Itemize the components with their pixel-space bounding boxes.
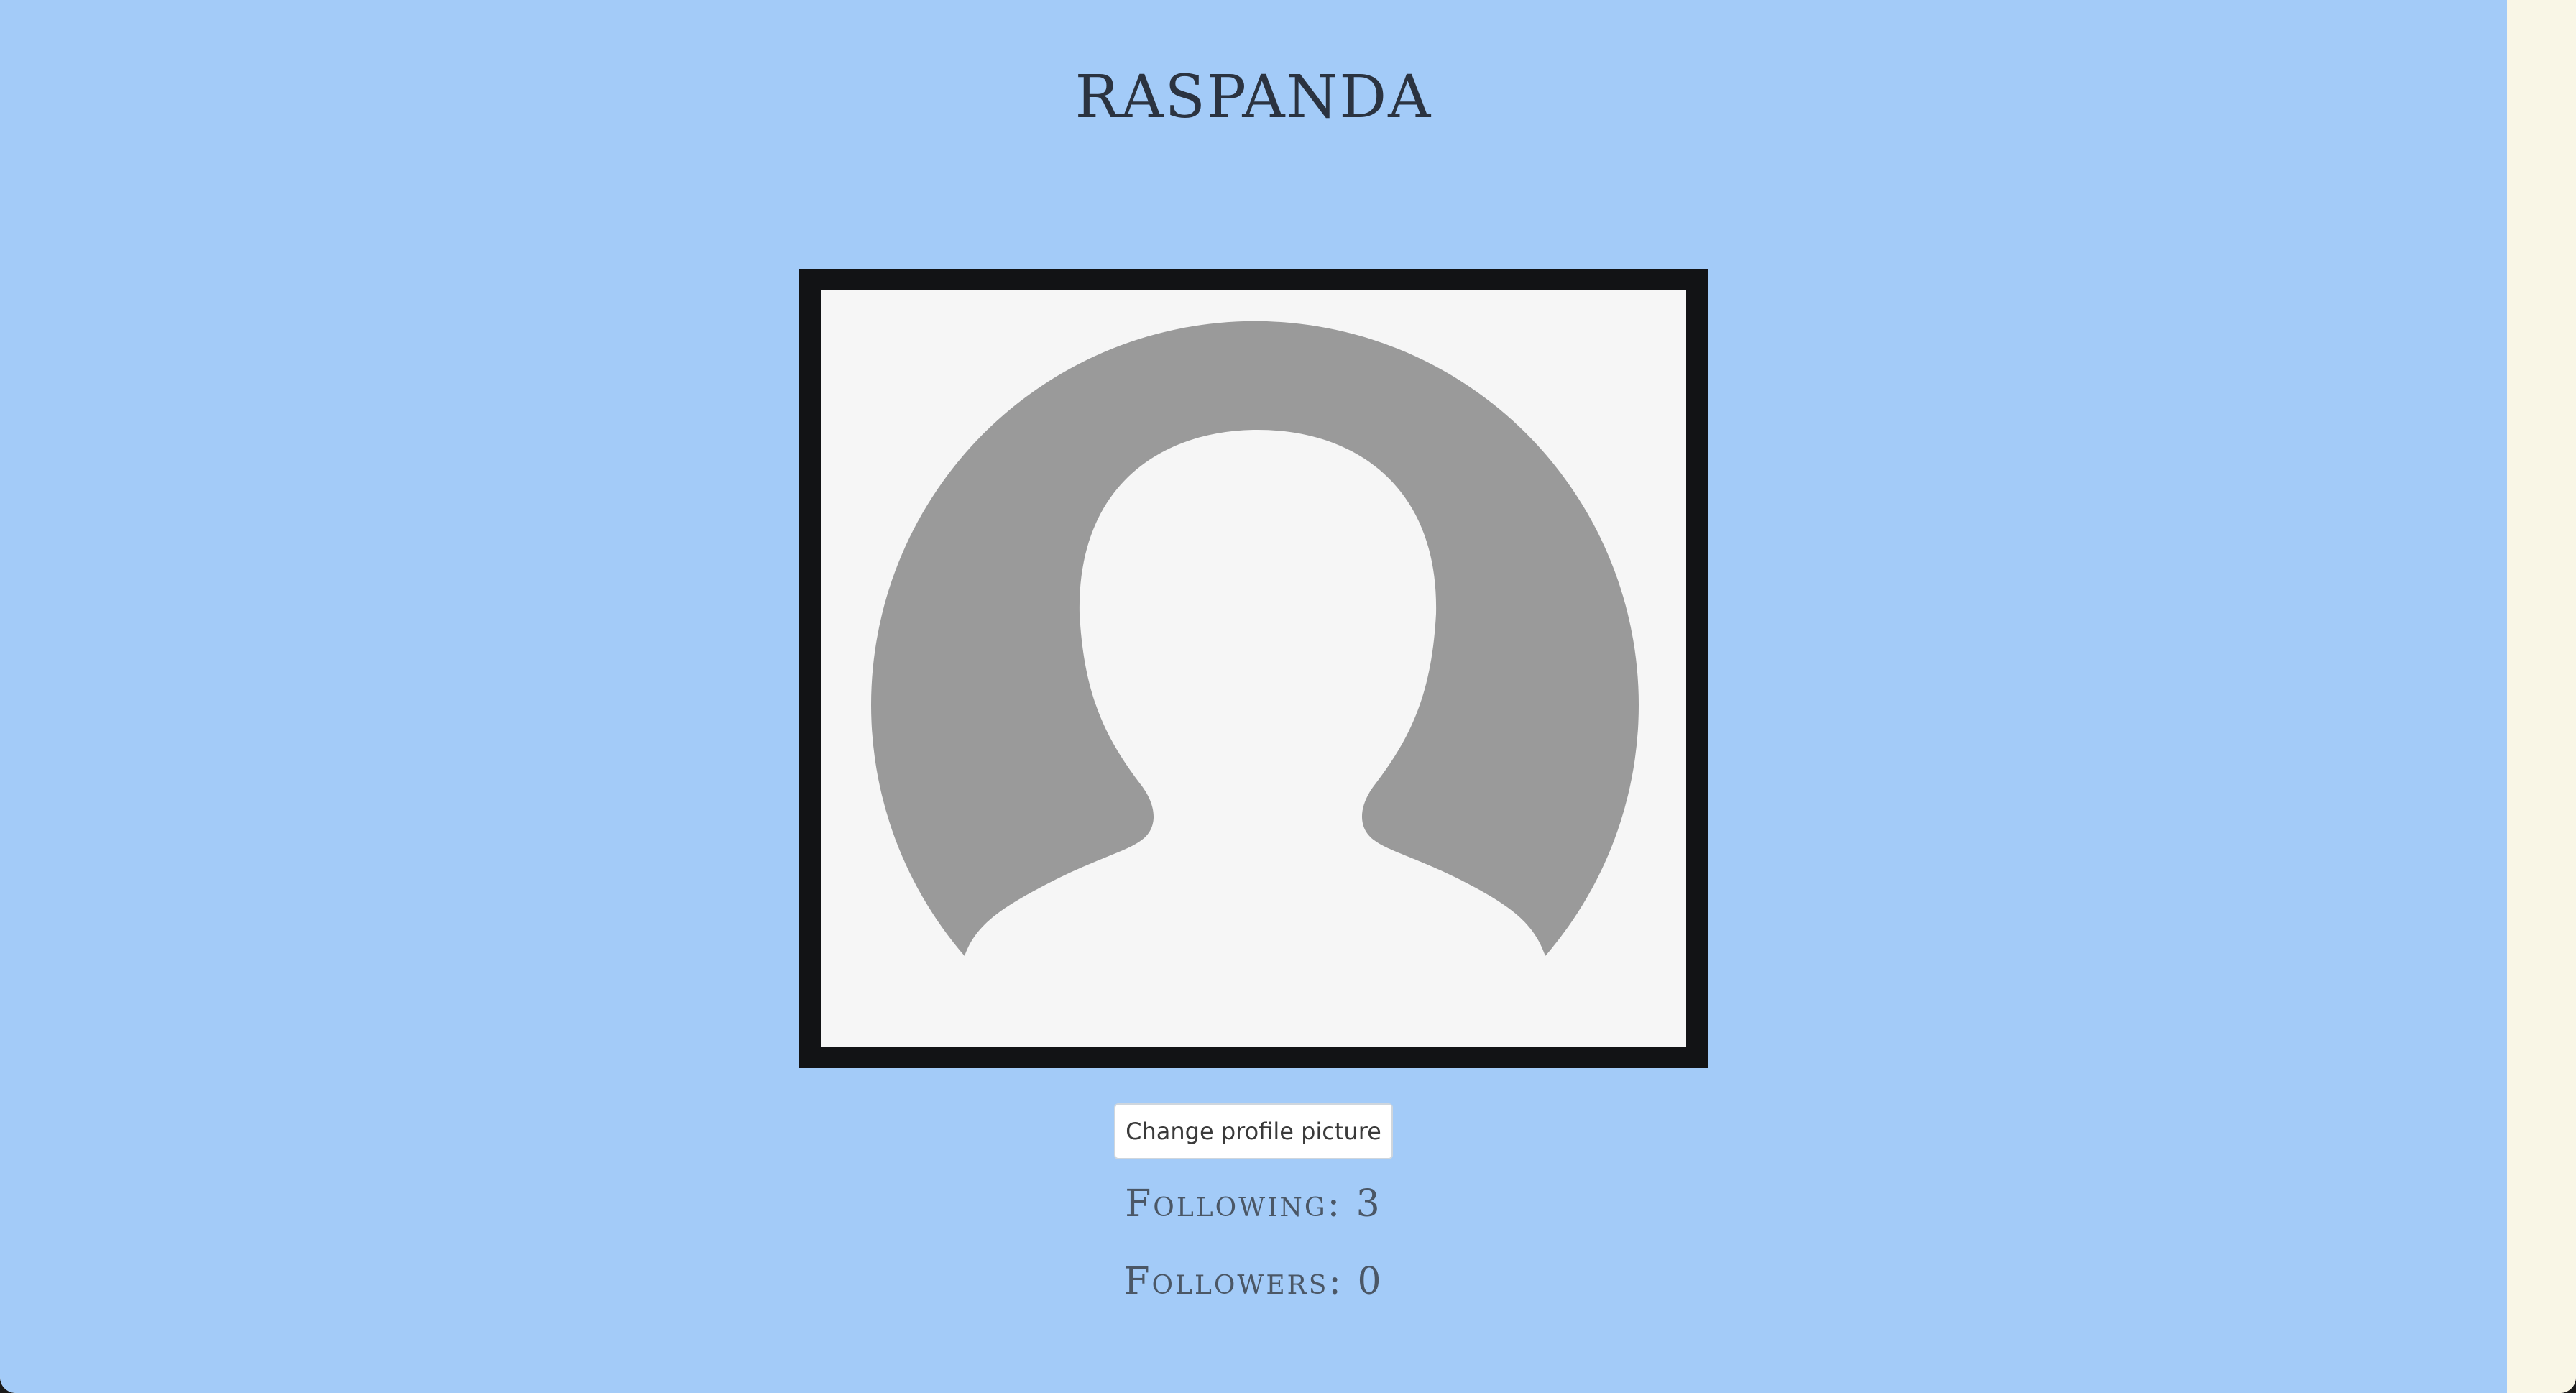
- profile-picture-frame: [799, 269, 1708, 1068]
- following-count: 3: [1356, 1182, 1382, 1226]
- default-avatar-icon: [871, 321, 1639, 956]
- avatar-silhouette: [871, 321, 1639, 956]
- following-label: Following:: [1125, 1182, 1343, 1226]
- change-profile-picture-button[interactable]: Change profile picture: [1114, 1103, 1393, 1159]
- side-panel: [2507, 0, 2576, 1393]
- followers-count: 0: [1357, 1260, 1384, 1303]
- followers-label: Followers:: [1123, 1260, 1343, 1303]
- app-window: RASPANDA Change profile picture Followin…: [0, 0, 2576, 1393]
- profile-page: RASPANDA Change profile picture Followin…: [0, 0, 2507, 1393]
- followers-stat[interactable]: Followers: 0: [0, 1256, 2507, 1307]
- following-stat[interactable]: Following: 3: [0, 1179, 2507, 1229]
- profile-username: RASPANDA: [1075, 63, 1432, 132]
